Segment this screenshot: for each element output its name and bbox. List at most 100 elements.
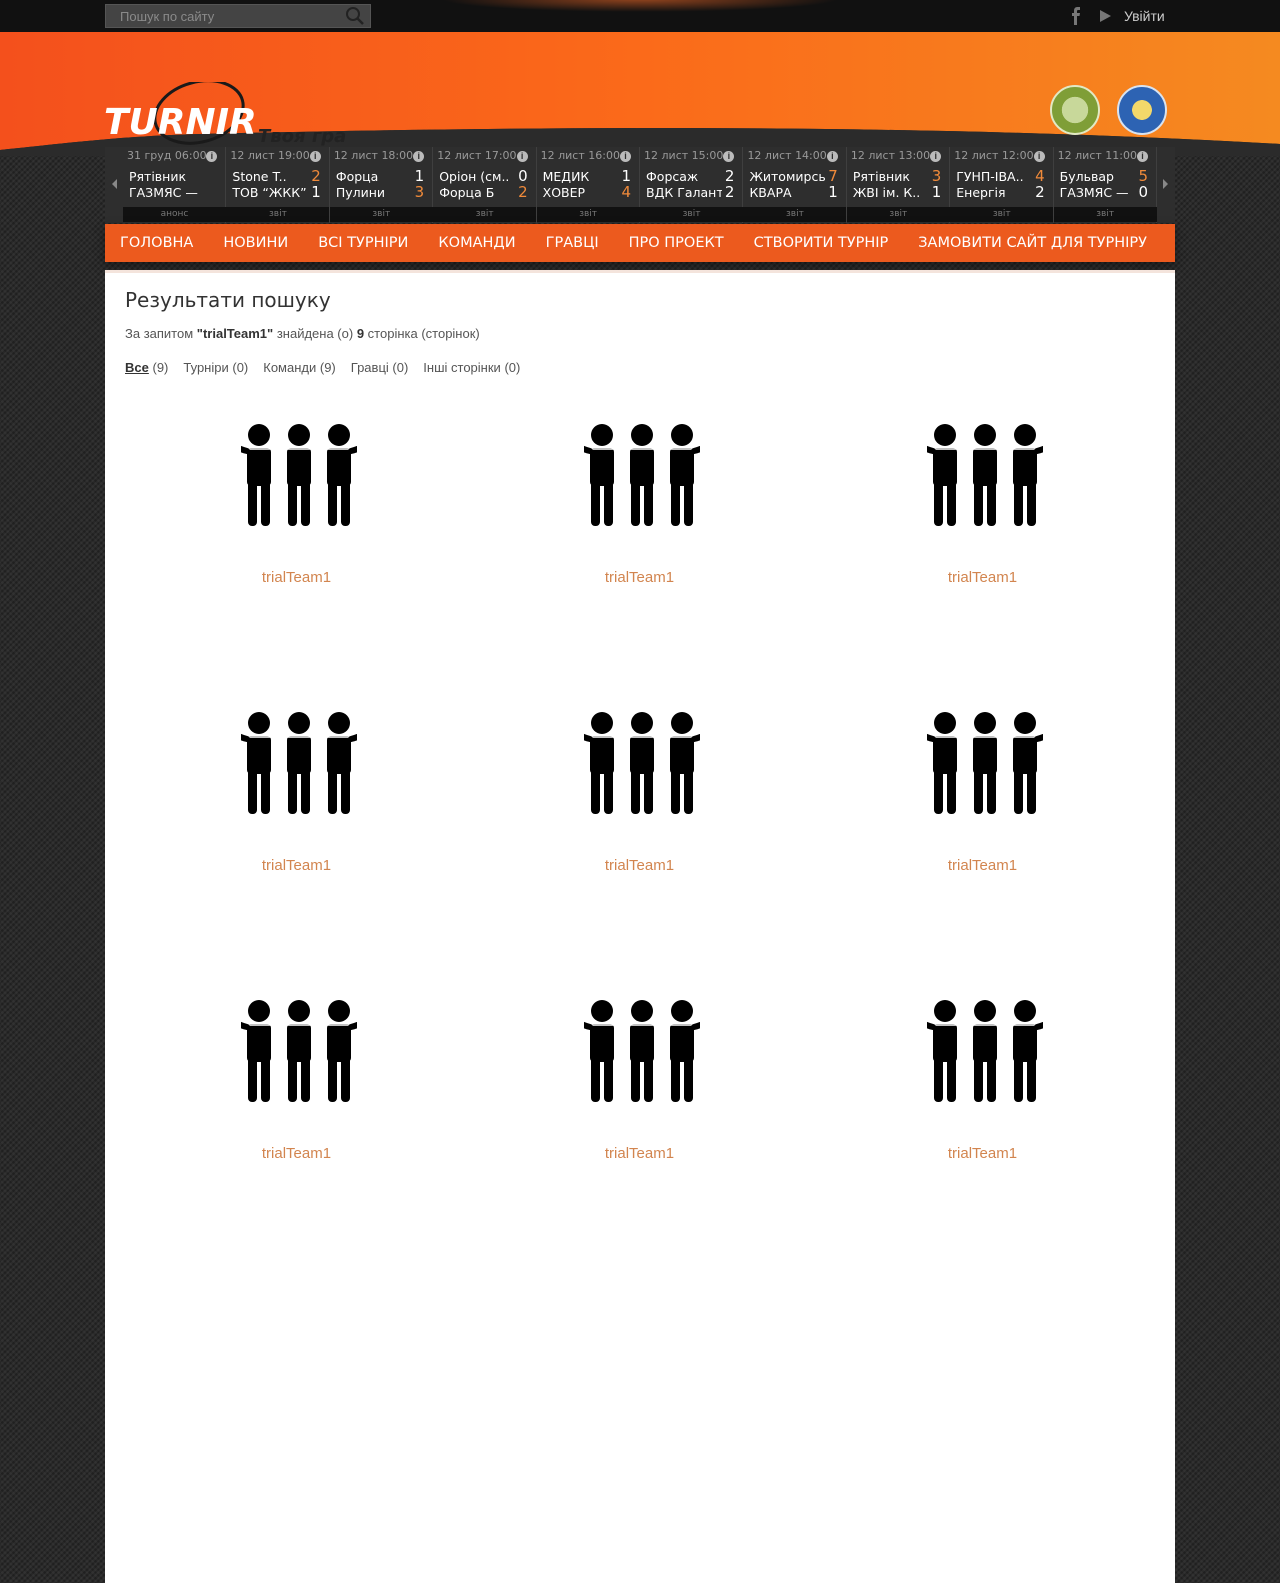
match-card[interactable]: 12 лист 17:00 i Оріон (см.. Форца Б 0 2 звіт	[433, 147, 537, 223]
score-away: 3	[414, 183, 425, 201]
team-away: Пулини	[335, 185, 386, 200]
team-away: ГАЗМЯС —	[129, 185, 198, 200]
team-icon[interactable]	[927, 711, 1043, 815]
nav-item[interactable]: НОВИНИ	[208, 224, 303, 262]
results-grid: trialTeam1 trialTeam1 trialTeam1 trialTeam1…	[125, 423, 1155, 1287]
match-card[interactable]: 12 лист 15:00 i Форсаж ВДК Галант 2 2 звіт	[640, 147, 744, 223]
nav-item[interactable]: СТВОРИТИ ТУРНІР	[739, 224, 904, 262]
facebook-icon[interactable]	[1069, 7, 1083, 25]
main-nav: ГОЛОВНА НОВИНИ ВСІ ТУРНІРИ КОМАНДИ ГРАВЦІ ПРО…	[105, 224, 1175, 262]
team-link[interactable]: trialTeam1	[468, 1145, 811, 1162]
info-icon[interactable]: i	[723, 151, 735, 162]
info-icon[interactable]: i	[206, 151, 218, 162]
info-icon[interactable]: i	[1033, 151, 1045, 162]
summary-prefix: За запитом	[125, 326, 194, 341]
result-card: trialTeam1	[468, 999, 811, 1287]
filter-label: Гравці	[350, 360, 389, 375]
match-card[interactable]: 31 груд 06:00 i Рятівник ГАЗМЯС — анонс	[123, 147, 227, 223]
nav-item[interactable]: ГРАВЦІ	[531, 224, 614, 262]
match-report-link[interactable]: звіт	[846, 207, 950, 222]
filter-tab[interactable]: Команди (9)	[263, 360, 336, 375]
search-input[interactable]	[106, 5, 342, 27]
info-icon[interactable]: i	[930, 151, 942, 162]
site-header: TURNIR Твоя гра	[0, 32, 1280, 156]
match-card[interactable]: 12 лист 19:00 i Stone T.. ТОВ “ЖКК” 2 1 звіт	[226, 147, 330, 223]
filter-tab[interactable]: Гравці (0)	[351, 360, 409, 375]
match-report-link[interactable]: звіт	[640, 207, 744, 222]
team-home: Рятівник	[852, 169, 910, 184]
match-report-link[interactable]: звіт	[329, 207, 433, 222]
match-report-link[interactable]: звіт	[950, 207, 1054, 222]
info-icon[interactable]: i	[516, 151, 528, 162]
nav-item[interactable]: ПРО ПРОЕКТ	[614, 224, 739, 262]
search-summary: За запитом "trialTeam1" знайдена (о) 9 с…	[125, 326, 480, 341]
team-link[interactable]: trialTeam1	[468, 857, 811, 874]
match-card[interactable]: 12 лист 12:00 i ГУНП-ІВА.. Енергія 4 2 звіт	[950, 147, 1054, 223]
search-icon[interactable]	[344, 6, 366, 26]
team-icon[interactable]	[927, 423, 1043, 527]
info-icon[interactable]: i	[620, 151, 632, 162]
filter-tab[interactable]: Турніри (0)	[183, 360, 248, 375]
chevron-right-icon[interactable]	[1160, 177, 1170, 191]
match-date: 12 лист 17:00	[437, 149, 517, 162]
info-icon[interactable]: i	[309, 151, 321, 162]
team-icon[interactable]	[584, 999, 700, 1103]
team-away: Форца Б	[439, 185, 495, 200]
nav-item[interactable]: ГОЛОВНА	[105, 224, 208, 262]
score-away: 2	[724, 183, 735, 201]
match-card[interactable]: 12 лист 14:00 i Житомирсь КВАРА 7 1 звіт	[743, 147, 847, 223]
filter-count: (9)	[319, 360, 336, 375]
team-link[interactable]: trialTeam1	[468, 569, 811, 586]
info-icon[interactable]: i	[826, 151, 838, 162]
match-report-link[interactable]: звіт	[226, 207, 330, 222]
team-link[interactable]: trialTeam1	[125, 569, 468, 586]
match-report-link[interactable]: звіт	[536, 207, 640, 222]
info-icon[interactable]: i	[1137, 151, 1149, 162]
top-glow	[440, 0, 840, 12]
team-home: Форца	[335, 169, 379, 184]
team-icon[interactable]	[241, 423, 357, 527]
match-card[interactable]: 12 лист 18:00 i Форца Пулини 1 3 звіт	[329, 147, 434, 223]
info-icon[interactable]: i	[413, 151, 425, 162]
match-card[interactable]: 12 лист 13:00 i Рятівник ЖВІ ім. К.. 3 1 звіт	[846, 147, 951, 223]
svg-text:TURNIR: TURNIR	[104, 102, 254, 143]
chevron-left-icon[interactable]	[110, 177, 120, 191]
match-report-link[interactable]: звіт	[1053, 207, 1157, 222]
match-report-link[interactable]: анонс	[123, 207, 226, 222]
team-icon[interactable]	[584, 711, 700, 815]
filter-label: Турніри	[183, 360, 229, 375]
nav-item[interactable]: КОМАНДИ	[423, 224, 530, 262]
match-date: 12 лист 13:00	[850, 149, 931, 162]
team-icon[interactable]	[927, 999, 1043, 1103]
result-card: trialTeam1	[468, 711, 811, 999]
youtube-play-icon[interactable]	[1098, 9, 1112, 23]
filter-tab[interactable]: Інші сторінки (0)	[423, 360, 520, 375]
turnir-logo[interactable]: TURNIR	[104, 82, 254, 152]
team-icon[interactable]	[584, 423, 700, 527]
team-link[interactable]: trialTeam1	[811, 1145, 1154, 1162]
city-emblem[interactable]	[1050, 85, 1100, 135]
nav-item[interactable]: ВСІ ТУРНІРИ	[303, 224, 423, 262]
page-title: Результати пошуку	[125, 288, 331, 312]
team-link[interactable]: trialTeam1	[811, 569, 1154, 586]
match-report-link[interactable]: звіт	[433, 207, 537, 222]
match-date: 12 лист 15:00	[644, 149, 724, 162]
team-link[interactable]: trialTeam1	[811, 857, 1154, 874]
filter-label: Команди	[263, 360, 317, 375]
team-away: ХОВЕР	[542, 185, 586, 200]
team-icon[interactable]	[241, 711, 357, 815]
team-link[interactable]: trialTeam1	[125, 1145, 468, 1162]
team-away: ГАЗМЯС —	[1059, 185, 1129, 200]
result-card: trialTeam1	[125, 423, 468, 711]
filter-count: (9)	[152, 360, 169, 375]
filter-count: (0)	[232, 360, 249, 375]
login-link[interactable]: Увійти	[1124, 8, 1165, 24]
match-card[interactable]: 12 лист 16:00 i МЕДИК ХОВЕР 1 4 звіт	[536, 147, 641, 223]
team-link[interactable]: trialTeam1	[125, 857, 468, 874]
football-association-emblem[interactable]	[1117, 85, 1167, 135]
team-icon[interactable]	[241, 999, 357, 1103]
filter-tab[interactable]: Все (9)	[125, 360, 168, 375]
match-report-link[interactable]: звіт	[743, 207, 847, 222]
nav-item[interactable]: ЗАМОВИТИ САЙТ ДЛЯ ТУРНІРУ	[903, 224, 1162, 262]
match-card[interactable]: 12 лист 11:00 i Бульвар ГАЗМЯС —5 0 звіт	[1053, 147, 1158, 223]
